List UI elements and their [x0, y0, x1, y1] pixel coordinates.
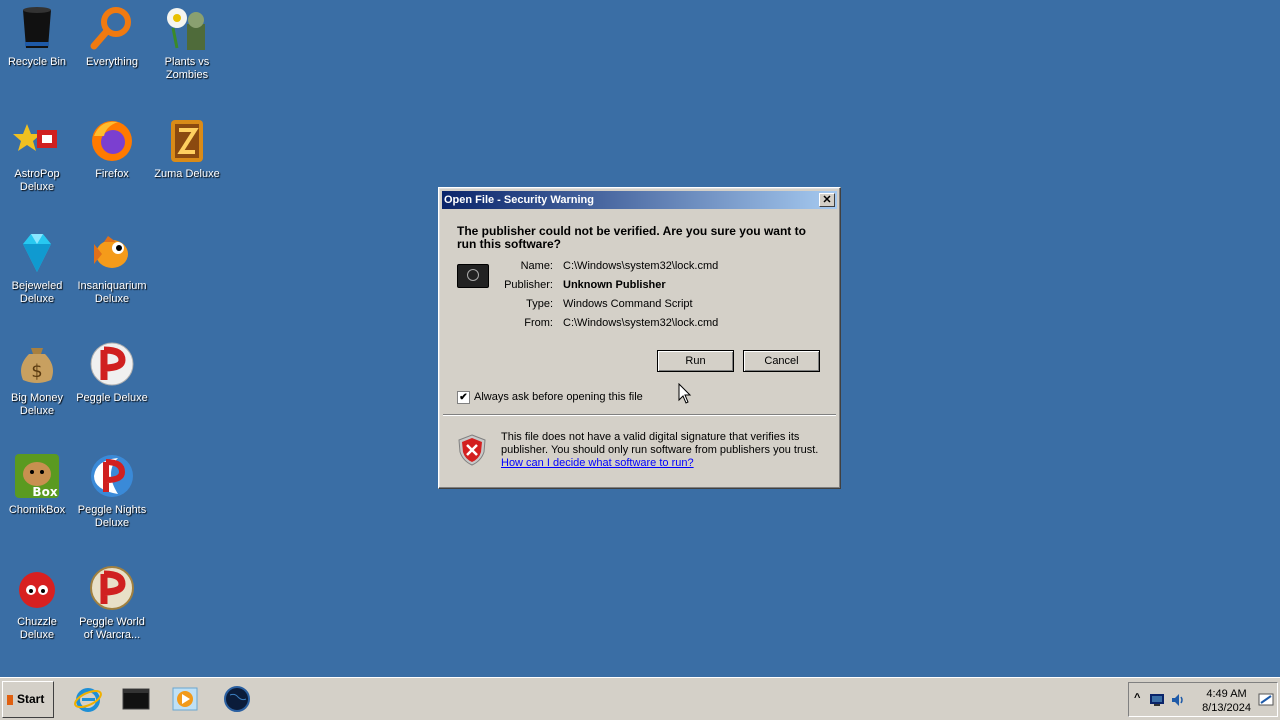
zuma-icon [163, 116, 211, 164]
show-hidden-icons-button[interactable]: ^ [1134, 692, 1140, 704]
desktop-icon[interactable]: Everything [75, 0, 149, 69]
peggle-icon [88, 340, 136, 388]
field-name-value: C:\Windows\system32\lock.cmd [563, 260, 719, 272]
desktop-icon-label: Chuzzle Deluxe [17, 616, 57, 641]
close-button[interactable]: ✕ [819, 193, 835, 207]
firefox-icon [88, 116, 136, 164]
field-from-value: C:\Windows\system32\lock.cmd [563, 317, 719, 329]
desktop-icon[interactable]: Box ChomikBox [0, 448, 74, 517]
security-warning-dialog: Open File - Security Warning ✕ The publi… [438, 187, 841, 489]
desktop-icon-label: Everything [86, 56, 138, 68]
chuzzle-icon [13, 564, 61, 612]
desktop-icon[interactable]: Bejeweled Deluxe [0, 224, 74, 306]
action-center-icon[interactable] [1258, 692, 1274, 708]
clock-time: 4:49 AM [1206, 688, 1247, 700]
clock-date: 8/13/2024 [1202, 702, 1251, 714]
field-name-label: Name: [520, 260, 553, 272]
signature-warning-text: This file does not have a valid digital … [501, 431, 819, 456]
desktop-icon-label: AstroPop Deluxe [14, 168, 60, 193]
desktop-icon[interactable]: Peggle Nights Deluxe [75, 448, 149, 530]
always-ask-checkbox[interactable]: ✔ [457, 391, 470, 404]
diamond-icon [13, 228, 61, 276]
astropop-icon [13, 116, 61, 164]
field-type-row: Type: Windows Command Script [439, 296, 839, 312]
plants-vs-zombies-icon [163, 4, 211, 52]
desktop-icon[interactable]: Plants vs Zombies [150, 0, 224, 82]
terminal-icon[interactable] [121, 685, 151, 713]
svg-text:Box: Box [32, 485, 57, 499]
recycle-bin-icon [13, 4, 61, 52]
run-button[interactable]: Run [657, 350, 734, 372]
desktop-icon[interactable]: Peggle Deluxe [75, 336, 149, 405]
desktop-icon[interactable]: Peggle World of Warcra... [75, 560, 149, 642]
fish-icon [88, 228, 136, 276]
dialog-title-bar[interactable]: Open File - Security Warning ✕ [442, 191, 837, 209]
earth-icon[interactable] [222, 685, 252, 713]
money-bag-icon: $ [13, 340, 61, 388]
desktop-icon-label: Recycle Bin [7, 56, 67, 68]
always-ask-label[interactable]: Always ask before opening this file [474, 391, 643, 404]
desktop-icon-label: Peggle Deluxe [76, 392, 148, 404]
desktop-icon-label: Plants vs Zombies [164, 56, 210, 81]
desktop-icon-label: Bejeweled Deluxe [11, 280, 63, 305]
volume-icon[interactable] [1170, 692, 1186, 708]
desktop-icon-label: ChomikBox [8, 504, 66, 516]
field-publisher-label: Publisher: [504, 279, 553, 291]
desktop-icon[interactable]: $ Big Money Deluxe [0, 336, 74, 418]
desktop-icon[interactable]: Zuma Deluxe [150, 112, 224, 181]
network-icon[interactable] [1149, 693, 1165, 707]
desktop-icon-label: Firefox [95, 168, 129, 180]
desktop-icon-label: Zuma Deluxe [154, 168, 220, 180]
start-label: Start [17, 692, 45, 706]
media-player-icon[interactable] [170, 685, 200, 713]
taskbar: Start ^ 4:49 AM 8/13/2024 [0, 677, 1280, 720]
field-from-row: From: C:\Windows\system32\lock.cmd [439, 315, 839, 331]
desktop-icon-label: Peggle Nights Deluxe [77, 504, 147, 529]
desktop-icon[interactable]: AstroPop Deluxe [0, 112, 74, 194]
internet-explorer-icon[interactable] [73, 685, 103, 713]
dialog-title: Open File - Security Warning [444, 194, 594, 206]
field-from-label: From: [524, 317, 553, 329]
dialog-separator [443, 414, 836, 416]
mouse-pointer-icon [678, 383, 692, 404]
field-publisher-value: Unknown Publisher [563, 279, 666, 291]
svg-text:$: $ [31, 361, 42, 382]
peggle-wow-icon [88, 564, 136, 612]
desktop-icon-label: Peggle World of Warcra... [79, 616, 145, 641]
start-button[interactable]: Start [2, 681, 54, 718]
system-tray: ^ 4:49 AM 8/13/2024 [1128, 682, 1278, 717]
field-type-label: Type: [526, 298, 553, 310]
desktop-icon-label: Insaniquarium Deluxe [77, 280, 147, 305]
desktop-icon[interactable]: Recycle Bin [0, 0, 74, 69]
cancel-button[interactable]: Cancel [743, 350, 820, 372]
shield-warning-icon [458, 434, 486, 466]
windows-flag-icon [7, 694, 13, 705]
desktop-icon[interactable]: Insaniquarium Deluxe [75, 224, 149, 306]
magnifier-icon [88, 4, 136, 52]
desktop-icon[interactable]: Firefox [75, 112, 149, 181]
desktop-icon-label: Big Money Deluxe [11, 392, 63, 417]
field-name-row: Name: C:\Windows\system32\lock.cmd [439, 258, 839, 274]
hamster-icon: Box [13, 452, 61, 500]
help-link[interactable]: How can I decide what software to run? [501, 457, 694, 470]
field-publisher-row: Publisher: Unknown Publisher [439, 277, 839, 293]
clock[interactable]: 4:49 AM 8/13/2024 [1202, 687, 1251, 715]
desktop-icon[interactable]: Chuzzle Deluxe [0, 560, 74, 642]
field-type-value: Windows Command Script [563, 298, 693, 310]
peggle-nights-icon [88, 452, 136, 500]
warning-question: The publisher could not be verified. Are… [457, 224, 806, 251]
